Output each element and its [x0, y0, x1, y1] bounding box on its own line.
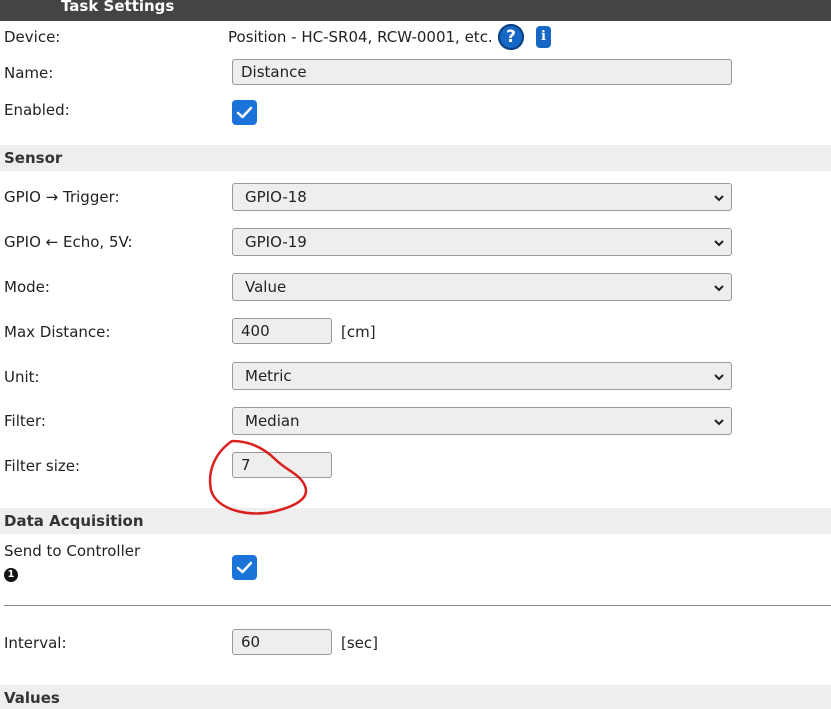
unit-select[interactable]: Metric [232, 362, 732, 390]
check-icon [236, 106, 253, 119]
name-input[interactable]: Distance [232, 59, 732, 85]
data-acquisition-section-header: Data Acquisition [0, 508, 831, 534]
filter-select-value: Median [245, 412, 300, 430]
task-settings-header: Task Settings [0, 0, 831, 21]
trigger-select[interactable]: GPIO-18 [232, 183, 732, 211]
trigger-label: GPIO → Trigger: [4, 188, 120, 206]
chevron-down-icon [714, 285, 724, 292]
mode-select-value: Value [245, 278, 287, 296]
question-circle-icon[interactable]: ? [498, 24, 524, 50]
mode-label: Mode: [4, 278, 50, 296]
max-distance-label: Max Distance: [4, 323, 111, 341]
echo-label: GPIO ← Echo, 5V: [4, 233, 133, 251]
filter-size-label: Filter size: [4, 457, 81, 475]
name-label: Name: [4, 64, 54, 82]
red-circle-annotation [208, 439, 308, 515]
check-icon [236, 561, 253, 574]
interval-input[interactable]: 60 [232, 629, 332, 655]
task-settings-page: Task Settings Device: Position - HC-SR04… [0, 0, 831, 709]
echo-select[interactable]: GPIO-19 [232, 228, 732, 256]
filter-size-input[interactable]: 7 [232, 452, 332, 478]
values-section-header: Values [0, 685, 831, 709]
max-distance-unit: [cm] [341, 323, 376, 341]
echo-select-value: GPIO-19 [245, 233, 307, 251]
filter-select[interactable]: Median [232, 407, 732, 435]
filter-label: Filter: [4, 412, 46, 430]
unit-select-value: Metric [245, 367, 292, 385]
device-label: Device: [4, 28, 61, 46]
device-value: Position - HC-SR04, RCW-0001, etc. [228, 28, 493, 46]
trigger-select-value: GPIO-18 [245, 188, 307, 206]
max-distance-input[interactable]: 400 [232, 318, 332, 344]
chevron-down-icon [714, 240, 724, 247]
enabled-checkbox[interactable] [232, 100, 257, 125]
chevron-down-icon [714, 374, 724, 381]
info-icon[interactable]: i [536, 26, 551, 48]
chevron-down-icon [714, 195, 724, 202]
mode-select[interactable]: Value [232, 273, 732, 301]
interval-unit: [sec] [341, 634, 378, 652]
controller-number-badge: 1 [4, 568, 18, 582]
send-to-controller-checkbox[interactable] [232, 555, 257, 580]
enabled-label: Enabled: [4, 101, 70, 119]
unit-label: Unit: [4, 368, 40, 386]
send-to-controller-label: Send to Controller [4, 542, 141, 560]
data-acquisition-section-title: Data Acquisition [4, 512, 144, 530]
divider [4, 605, 831, 606]
interval-label: Interval: [4, 634, 67, 652]
sensor-section-title: Sensor [4, 149, 63, 167]
values-section-title: Values [4, 689, 60, 707]
page-title: Task Settings [61, 0, 175, 15]
chevron-down-icon [714, 419, 724, 426]
sensor-section-header: Sensor [0, 145, 831, 171]
